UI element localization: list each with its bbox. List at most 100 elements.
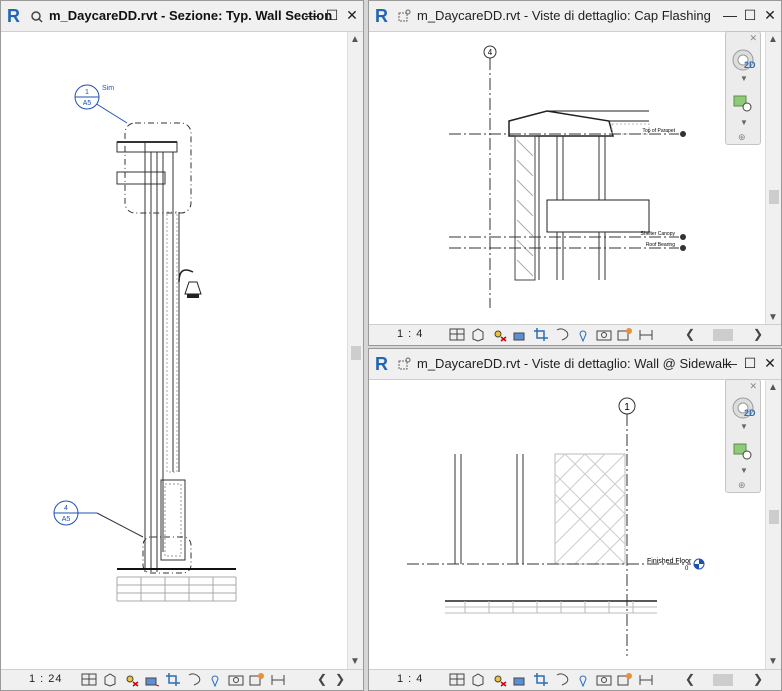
chevron-down-icon[interactable]: ▼ xyxy=(740,466,748,475)
scroll-left-icon[interactable]: ❮ xyxy=(685,672,695,686)
shadows-icon[interactable] xyxy=(512,327,528,342)
view-scale[interactable]: 1 : 4 xyxy=(397,328,423,340)
callout-boundary xyxy=(124,122,192,214)
callout-note: Sim xyxy=(102,85,114,92)
sun-path-icon[interactable] xyxy=(123,672,139,687)
vertical-scrollbar[interactable]: ▲ ▼ xyxy=(765,32,781,328)
crop-icon[interactable] xyxy=(533,672,549,687)
shadows-icon[interactable] xyxy=(144,672,160,687)
navigation-bar[interactable]: ✕ 2D ▼ ▼ ⊕ xyxy=(725,31,761,145)
maximize-button[interactable]: ☐ xyxy=(325,7,339,23)
view-scale[interactable]: 1 : 24 xyxy=(29,673,63,685)
level-elevation: 0 xyxy=(685,566,689,572)
chevron-down-icon[interactable]: ▼ xyxy=(740,422,748,431)
vertical-scrollbar[interactable]: ▲ ▼ xyxy=(347,32,363,672)
scroll-left-icon[interactable]: ❮ xyxy=(317,672,327,686)
visual-style-icon[interactable] xyxy=(102,672,118,687)
level-name: Finished Floor xyxy=(647,558,692,565)
title-bar[interactable]: R m_DaycareDD.rvt - Viste di dettaglio: … xyxy=(369,1,781,32)
view-window-cap-flashing[interactable]: R m_DaycareDD.rvt - Viste di dettaglio: … xyxy=(368,0,782,346)
callout-tag-bottom: 4 A5 xyxy=(53,500,144,538)
sun-path-icon[interactable] xyxy=(491,327,507,342)
level-name: Top of Parapet xyxy=(642,128,675,134)
scroll-thumb[interactable] xyxy=(351,346,361,360)
view-window-wall-sidewalk[interactable]: R m_DaycareDD.rvt - Viste di dettaglio: … xyxy=(368,348,782,691)
location-pin-icon[interactable] xyxy=(575,672,591,687)
scroll-thumb[interactable] xyxy=(769,190,779,204)
scroll-right-icon[interactable]: ❯ xyxy=(753,327,763,341)
horizontal-scroll-thumb[interactable] xyxy=(713,329,733,341)
reveal-hidden-icon[interactable] xyxy=(617,327,633,342)
reveal-hidden-icon[interactable] xyxy=(617,672,633,687)
close-button[interactable]: ✕ xyxy=(345,7,359,23)
chevron-down-icon[interactable]: ▼ xyxy=(740,74,748,83)
scroll-down-icon[interactable]: ▼ xyxy=(768,312,778,323)
scroll-up-icon[interactable]: ▲ xyxy=(350,34,360,45)
temp-hide-icon[interactable] xyxy=(596,327,612,342)
zoom-region-icon[interactable] xyxy=(732,94,754,114)
close-icon[interactable]: ✕ xyxy=(749,381,757,392)
vertical-scrollbar[interactable]: ▲ ▼ xyxy=(765,380,781,672)
reveal-hidden-icon[interactable] xyxy=(249,672,265,687)
callout-tag-top: 1 A5 Sim xyxy=(74,84,128,124)
temp-hide-icon[interactable] xyxy=(228,672,244,687)
view-scale[interactable]: 1 : 4 xyxy=(397,673,423,685)
close-button[interactable]: ✕ xyxy=(763,355,777,371)
drawing-canvas[interactable]: 1 Finished Floor 0 xyxy=(369,380,765,671)
scroll-right-icon[interactable]: ❯ xyxy=(753,672,763,686)
title-bar[interactable]: R m_DaycareDD.rvt - Sezione: Typ. Wall S… xyxy=(1,1,363,32)
visual-style-icon[interactable] xyxy=(470,327,486,342)
analytical-model-icon[interactable] xyxy=(638,672,654,687)
nav-2d-label: 2D xyxy=(744,408,756,418)
scroll-down-icon[interactable]: ▼ xyxy=(768,656,778,667)
analytical-model-icon[interactable] xyxy=(270,672,286,687)
navigation-bar[interactable]: ✕ 2D ▼ ▼ ⊕ xyxy=(725,379,761,493)
minimize-button[interactable]: — xyxy=(305,7,319,23)
ground-hatch xyxy=(116,576,237,602)
close-button[interactable]: ✕ xyxy=(763,7,777,23)
close-icon[interactable]: ✕ xyxy=(749,33,757,44)
maximize-button[interactable]: ☐ xyxy=(743,355,757,371)
detail-level-icon[interactable] xyxy=(81,672,97,687)
horizontal-scroll-thumb[interactable] xyxy=(713,674,733,686)
wall-hatch xyxy=(516,139,534,277)
scroll-right-icon[interactable]: ❯ xyxy=(335,672,345,686)
maximize-button[interactable]: ☐ xyxy=(743,7,757,23)
scroll-thumb[interactable] xyxy=(769,510,779,524)
crop-icon[interactable] xyxy=(165,672,181,687)
revit-logo-icon: R xyxy=(375,354,388,374)
chevron-down-icon[interactable]: ▼ xyxy=(740,118,748,127)
scroll-left-icon[interactable]: ❮ xyxy=(685,327,695,341)
minimize-button[interactable]: — xyxy=(723,7,737,23)
minimize-button[interactable]: — xyxy=(723,355,737,371)
location-pin-icon[interactable] xyxy=(575,327,591,342)
view-window-wall-section[interactable]: R m_DaycareDD.rvt - Sezione: Typ. Wall S… xyxy=(0,0,364,691)
detail-level-icon[interactable] xyxy=(449,327,465,342)
sun-path-icon[interactable] xyxy=(491,672,507,687)
crop-icon[interactable] xyxy=(533,327,549,342)
level-name: Shelter Canopy xyxy=(641,231,676,237)
scroll-down-icon[interactable]: ▼ xyxy=(350,656,360,667)
crop-region-icon[interactable] xyxy=(186,672,202,687)
drawing-canvas[interactable]: 4 Top of Parapet Shelter Canopy Roof Bea… xyxy=(369,32,765,326)
location-pin-icon[interactable] xyxy=(207,672,223,687)
crop-region-icon[interactable] xyxy=(554,672,570,687)
zoom-region-icon[interactable] xyxy=(732,442,754,462)
settings-icon[interactable]: ⊕ xyxy=(738,480,746,491)
crop-region-icon[interactable] xyxy=(554,327,570,342)
revit-logo-icon: R xyxy=(7,6,20,26)
shadows-icon[interactable] xyxy=(512,672,528,687)
analytical-model-icon[interactable] xyxy=(638,327,654,342)
scroll-up-icon[interactable]: ▲ xyxy=(768,34,778,45)
drawing-canvas[interactable]: 1 A5 Sim 4 A5 xyxy=(1,32,347,670)
settings-icon[interactable]: ⊕ xyxy=(738,132,746,143)
temp-hide-icon[interactable] xyxy=(596,672,612,687)
scroll-up-icon[interactable]: ▲ xyxy=(768,382,778,393)
ground-hatch xyxy=(445,601,657,614)
view-control-bar: 1 : 4 ❮ ❯ xyxy=(369,324,781,345)
nav-2d-label: 2D xyxy=(744,60,756,70)
visual-style-icon[interactable] xyxy=(470,672,486,687)
window-title: m_DaycareDD.rvt - Viste di dettaglio: Wa… xyxy=(417,356,732,371)
detail-level-icon[interactable] xyxy=(449,672,465,687)
title-bar[interactable]: R m_DaycareDD.rvt - Viste di dettaglio: … xyxy=(369,349,781,380)
